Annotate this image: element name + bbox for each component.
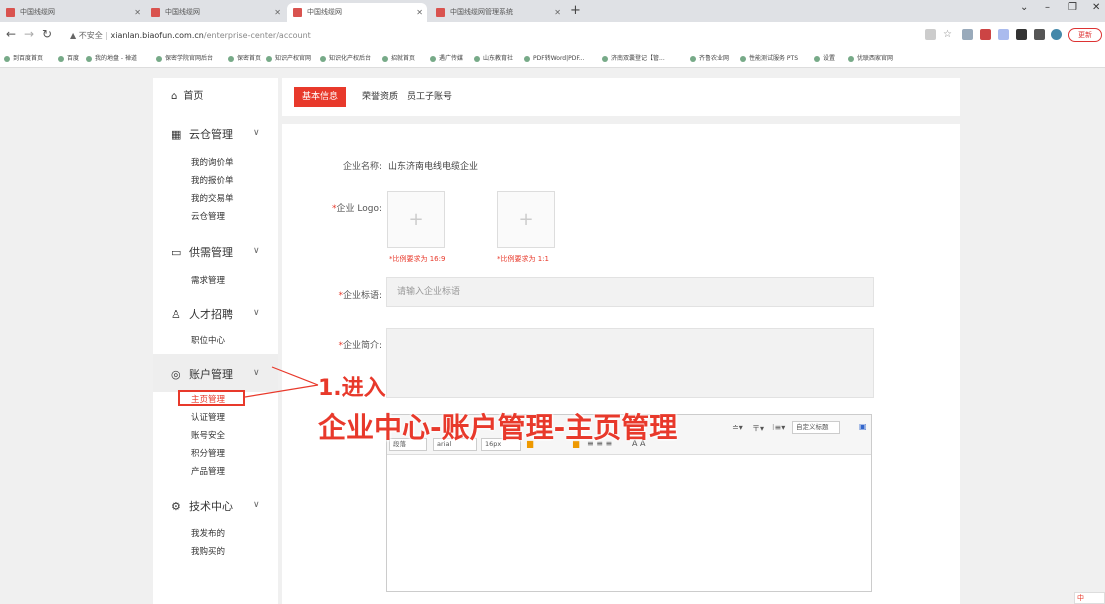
ime-indicator[interactable]: 中	[1074, 592, 1105, 604]
annotation-step: 1.进入	[317, 375, 386, 402]
annotation-path: 企业中心-账户管理-主页管理	[318, 411, 678, 444]
annotation-arrow	[244, 366, 319, 398]
